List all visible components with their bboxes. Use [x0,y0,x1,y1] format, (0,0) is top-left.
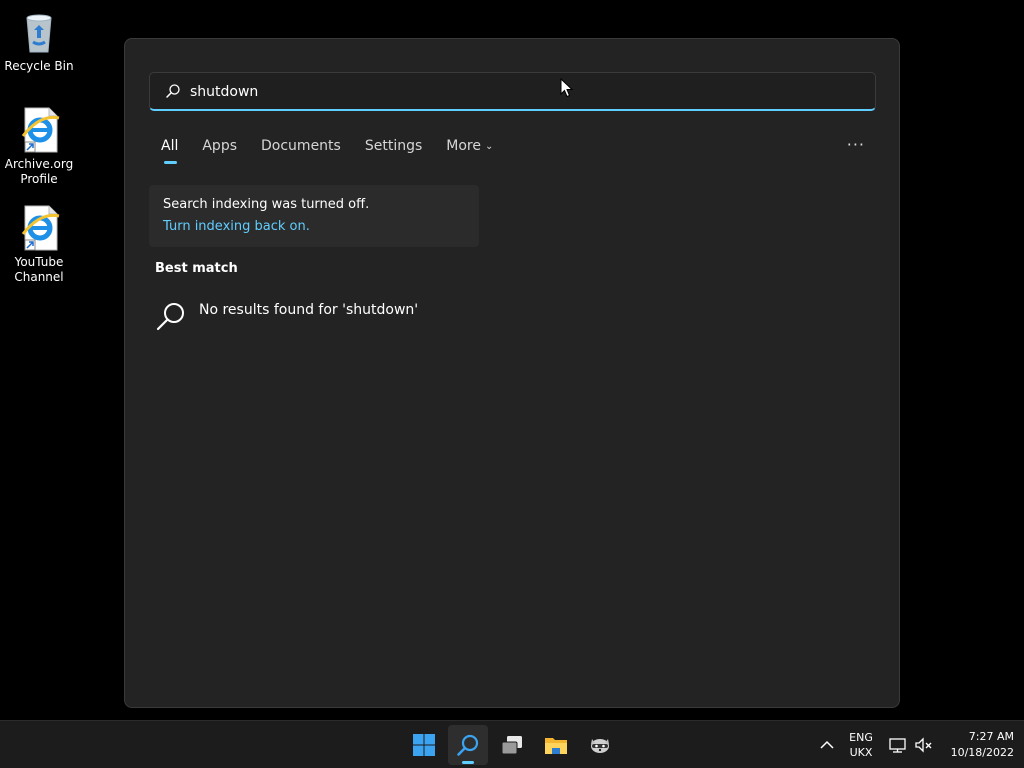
chevron-down-icon: ⌄ [484,141,494,152]
internet-explorer-shortcut-icon [15,204,63,252]
desktop-icon-label: Recycle Bin [4,59,74,73]
more-options-button[interactable]: ··· [847,135,865,154]
taskbar: ENG UKX 7:27 AM 10/18/2022 [0,720,1024,768]
turn-indexing-on-link[interactable]: Turn indexing back on. [163,219,310,234]
clock-date: 10/18/2022 [950,746,1014,759]
clock[interactable]: 7:27 AM 10/18/2022 [940,729,1014,761]
volume-muted-icon[interactable] [914,735,934,755]
search-icon [457,734,479,756]
desktop-icon-archive-org-profile[interactable]: Archive.org Profile [1,106,77,187]
tab-settings[interactable]: Settings [365,137,422,165]
desktop-icon-label: Archive.org Profile [4,157,74,186]
desktop-icon-youtube-channel[interactable]: YouTube Channel [1,204,77,285]
desktop-icon-label: YouTube Channel [14,255,64,284]
show-hidden-icons-chevron-up-icon[interactable] [817,735,837,755]
search-icon [166,84,180,98]
task-view-button[interactable] [492,725,532,765]
no-results-text: No results found for 'shutdown' [199,302,419,318]
tab-all[interactable]: All [161,137,178,165]
active-indicator [462,761,474,764]
tab-label: More [446,138,481,154]
tab-apps[interactable]: Apps [202,137,237,165]
recycle-bin-icon [15,8,63,56]
start-button[interactable] [404,725,444,765]
search-panel: All Apps Documents Settings More⌄ ··· Se… [124,38,900,708]
mouse-cursor-icon [560,78,574,98]
tab-more[interactable]: More ⌄ [446,137,493,165]
search-input[interactable] [190,79,850,105]
clock-time: 7:27 AM [968,730,1014,743]
indexing-notice-message: Search indexing was turned off. [163,197,370,212]
tab-label: Documents [261,138,341,154]
raccoon-icon [591,739,609,753]
internet-explorer-shortcut-icon [15,106,63,154]
desktop-icon-recycle-bin[interactable]: Recycle Bin [1,8,77,74]
language-indicator[interactable]: ENG UKX [846,730,876,760]
language-code: ENG [849,731,873,744]
folder-icon [545,738,567,754]
search-box[interactable] [149,72,876,111]
task-view-icon [501,736,522,755]
network-icon[interactable] [888,735,908,755]
tab-label: Apps [202,138,238,154]
search-icon [156,303,184,331]
file-explorer-button[interactable] [536,725,576,765]
keyboard-layout: UKX [849,746,873,759]
desktop: Recycle Bin Archive.org Profile YouTube … [0,0,1024,720]
tab-label: All [161,138,179,154]
tab-documents[interactable]: Documents [261,137,341,165]
filter-tabs: All Apps Documents Settings More ⌄ [161,137,517,165]
indexing-notice: Search indexing was turned off. Turn ind… [149,185,479,247]
tab-label: Settings [364,138,423,154]
raccoon-app-button[interactable] [580,725,620,765]
ellipsis-icon: ··· [846,135,865,154]
best-match-heading: Best match [155,261,238,276]
search-button[interactable] [448,725,488,765]
windows-logo-icon [413,734,435,756]
